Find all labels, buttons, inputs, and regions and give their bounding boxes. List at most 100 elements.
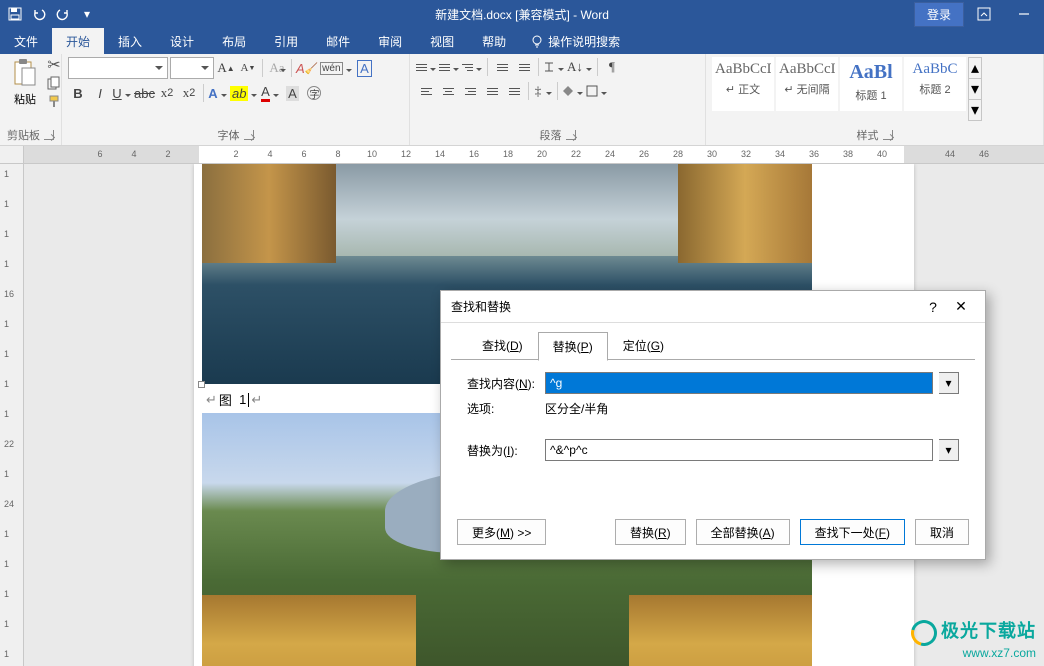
dialog-close-icon[interactable]: ✕ bbox=[947, 293, 975, 321]
text-cursor bbox=[248, 393, 249, 407]
align-right-icon[interactable] bbox=[460, 81, 480, 101]
underline-icon[interactable]: U bbox=[112, 83, 132, 103]
replace-all-button[interactable]: 全部替换(A) bbox=[696, 519, 790, 545]
cancel-button[interactable]: 取消 bbox=[915, 519, 969, 545]
minimize-icon[interactable] bbox=[1004, 0, 1044, 28]
replace-dropdown-icon[interactable]: ▾ bbox=[939, 439, 959, 461]
group-clipboard: 粘贴 ✂ 剪贴板 bbox=[0, 54, 62, 145]
menu-design[interactable]: 设计 bbox=[156, 28, 208, 54]
find-label: 查找内容(N): bbox=[467, 375, 539, 392]
ruler-vertical[interactable]: 11111611112212411111 bbox=[0, 164, 24, 666]
shading-icon[interactable] bbox=[562, 81, 584, 101]
menu-review[interactable]: 审阅 bbox=[364, 28, 416, 54]
replace-button[interactable]: 替换(R) bbox=[615, 519, 686, 545]
change-case-icon[interactable]: Aa bbox=[267, 58, 287, 78]
paste-label: 粘贴 bbox=[14, 91, 36, 107]
paste-button[interactable] bbox=[10, 57, 40, 89]
styles-label: 样式 bbox=[857, 127, 879, 143]
redo-icon[interactable] bbox=[52, 3, 74, 25]
menu-view[interactable]: 视图 bbox=[416, 28, 468, 54]
indent-decrease-icon[interactable] bbox=[492, 57, 512, 77]
paragraph-launcher-icon[interactable] bbox=[566, 130, 576, 140]
line-spacing-icon[interactable]: ‡ bbox=[533, 81, 553, 101]
tab-goto[interactable]: 定位(G) bbox=[608, 331, 679, 360]
ribbon-options-icon[interactable] bbox=[964, 0, 1004, 28]
dialog-titlebar[interactable]: 查找和替换 ? ✕ bbox=[441, 291, 985, 323]
find-next-button[interactable]: 查找下一处(F) bbox=[800, 519, 905, 545]
save-icon[interactable] bbox=[4, 3, 26, 25]
strike-icon[interactable]: abc bbox=[134, 83, 155, 103]
dialog-title: 查找和替换 bbox=[451, 298, 919, 315]
style-more-icon[interactable]: ▾ bbox=[969, 100, 981, 120]
menu-layout[interactable]: 布局 bbox=[208, 28, 260, 54]
tab-find[interactable]: 查找(D) bbox=[467, 331, 538, 360]
login-button[interactable]: 登录 bbox=[914, 2, 964, 27]
highlight-icon[interactable]: ab bbox=[230, 83, 258, 103]
tell-me-search[interactable]: 操作说明搜索 bbox=[520, 28, 630, 54]
style-down-icon[interactable]: ▾ bbox=[969, 79, 981, 100]
char-border-icon[interactable]: A bbox=[355, 58, 375, 78]
enclose-char-icon[interactable]: 字 bbox=[304, 83, 324, 103]
find-replace-dialog: 查找和替换 ? ✕ 查找(D) 替换(P) 定位(G) 查找内容(N): ▾ 选… bbox=[440, 290, 986, 560]
align-justify-icon[interactable] bbox=[482, 81, 502, 101]
align-center-icon[interactable] bbox=[438, 81, 458, 101]
phonetic-guide-icon[interactable]: wén bbox=[320, 58, 352, 78]
menu-file[interactable]: 文件 bbox=[0, 28, 52, 54]
indent-increase-icon[interactable] bbox=[514, 57, 534, 77]
superscript-icon[interactable]: x2 bbox=[179, 83, 199, 103]
align-left-icon[interactable] bbox=[416, 81, 436, 101]
copy-icon[interactable] bbox=[44, 75, 64, 91]
bullets-icon[interactable] bbox=[416, 57, 437, 77]
style-normal[interactable]: AaBbCcD↵ 正文 bbox=[712, 57, 774, 111]
align-distribute-icon[interactable] bbox=[504, 81, 524, 101]
font-launcher-icon[interactable] bbox=[244, 130, 254, 140]
font-name-select[interactable] bbox=[68, 57, 168, 79]
replace-input[interactable] bbox=[545, 439, 933, 461]
text-effects-icon[interactable]: A bbox=[208, 83, 228, 103]
style-up-icon[interactable]: ▴ bbox=[969, 58, 981, 79]
group-paragraph: A↓ ¶ ‡ 段落 bbox=[410, 54, 706, 145]
undo-icon[interactable] bbox=[28, 3, 50, 25]
menu-help[interactable]: 帮助 bbox=[468, 28, 520, 54]
font-color-icon[interactable]: A bbox=[260, 83, 280, 103]
find-dropdown-icon[interactable]: ▾ bbox=[939, 372, 959, 394]
subscript-icon[interactable]: x2 bbox=[157, 83, 177, 103]
format-painter-icon[interactable] bbox=[44, 93, 64, 109]
qat-customize-icon[interactable]: ▾ bbox=[76, 3, 98, 25]
ruler-horizontal[interactable]: 6422468101214161820222426283032343638404… bbox=[0, 146, 1044, 164]
tab-replace[interactable]: 替换(P) bbox=[538, 332, 608, 361]
find-input[interactable] bbox=[545, 372, 933, 394]
menu-home[interactable]: 开始 bbox=[52, 28, 104, 54]
styles-launcher-icon[interactable] bbox=[883, 130, 893, 140]
style-gallery-nav[interactable]: ▴▾▾ bbox=[968, 57, 982, 121]
caption-num: 1 bbox=[239, 392, 246, 407]
menu-mail[interactable]: 邮件 bbox=[312, 28, 364, 54]
menu-references[interactable]: 引用 bbox=[260, 28, 312, 54]
style-nospacing[interactable]: AaBbCcD↵ 无间隔 bbox=[776, 57, 838, 111]
increase-font-icon[interactable]: A▲ bbox=[216, 58, 236, 78]
more-button[interactable]: 更多(M) >> bbox=[457, 519, 546, 545]
text-direction-icon[interactable] bbox=[543, 57, 565, 77]
style-heading1[interactable]: AaBl标题 1 bbox=[840, 57, 902, 111]
italic-icon[interactable]: I bbox=[90, 83, 110, 103]
options-value: 区分全/半角 bbox=[545, 400, 608, 417]
style-heading2[interactable]: AaBbC标题 2 bbox=[904, 57, 966, 111]
bold-icon[interactable]: B bbox=[68, 83, 88, 103]
borders-icon[interactable] bbox=[586, 81, 608, 101]
clipboard-launcher-icon[interactable] bbox=[44, 130, 54, 140]
menu-insert[interactable]: 插入 bbox=[104, 28, 156, 54]
dialog-help-icon[interactable]: ? bbox=[919, 293, 947, 321]
sort-icon[interactable]: A↓ bbox=[567, 57, 593, 77]
numbering-icon[interactable] bbox=[439, 57, 460, 77]
decrease-font-icon[interactable]: A▼ bbox=[238, 58, 258, 78]
multilevel-icon[interactable] bbox=[462, 57, 483, 77]
char-shading-icon[interactable]: A bbox=[282, 83, 302, 103]
bulb-icon bbox=[530, 34, 544, 48]
cut-icon[interactable]: ✂ bbox=[44, 57, 64, 73]
show-marks-icon[interactable]: ¶ bbox=[602, 57, 622, 77]
caption-prefix: 图 bbox=[219, 390, 232, 409]
font-size-select[interactable] bbox=[170, 57, 214, 79]
clear-format-icon[interactable]: A🧹 bbox=[296, 58, 318, 78]
document-title: 新建文档.docx [兼容模式] - Word bbox=[435, 6, 609, 23]
tell-me-label: 操作说明搜索 bbox=[548, 33, 620, 50]
